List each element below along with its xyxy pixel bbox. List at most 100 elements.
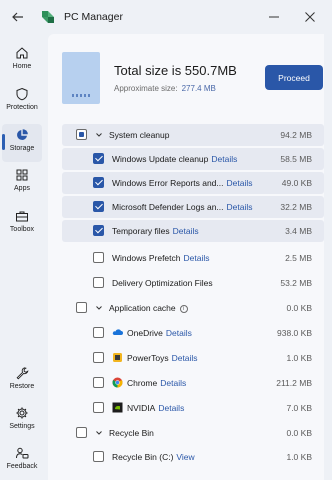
proceed-button[interactable]: Proceed — [265, 65, 323, 90]
toolbox-icon — [16, 211, 28, 222]
group-size: 0.0 KB — [286, 428, 312, 438]
powertoys-icon — [113, 353, 122, 362]
item-checkbox[interactable] — [93, 153, 104, 164]
list-item[interactable]: Recycle Bin (C:) View 1.0 KB — [62, 446, 324, 468]
feedback-icon — [16, 447, 29, 459]
pie-chart-icon — [17, 129, 28, 140]
item-checkbox[interactable] — [93, 201, 104, 212]
nvidia-icon — [112, 402, 123, 413]
total-size: Total size is 550.7MB — [114, 63, 237, 78]
item-size: 2.5 MB — [285, 253, 312, 263]
storage-content: Total size is 550.7MB Approximate size: 2… — [48, 34, 324, 480]
list-item[interactable]: PowerToys Details 1.0 KB — [62, 347, 324, 369]
sidebar-item-label: Home — [12, 63, 32, 70]
window-title: PC Manager — [64, 11, 123, 23]
sidebar-item-storage[interactable]: Storage — [2, 124, 42, 162]
group-label: Recycle Bin — [109, 428, 154, 438]
close-icon[interactable] — [302, 9, 318, 25]
onedrive-icon — [112, 329, 123, 335]
chevron-down-icon[interactable] — [95, 131, 103, 139]
sidebar-item-feedback[interactable]: Feedback — [2, 442, 42, 480]
item-size: 938.0 KB — [277, 328, 312, 338]
details-link[interactable]: Details — [184, 253, 210, 263]
sidebar-item-label: Settings — [9, 423, 35, 430]
sidebar-item-restore[interactable]: Restore — [2, 362, 42, 400]
item-size: 53.2 MB — [280, 278, 312, 288]
sidebar-item-home[interactable]: Home — [2, 42, 42, 80]
group-checkbox[interactable] — [76, 129, 87, 140]
sidebar-item-label: Apps — [14, 185, 30, 192]
storage-summary: Total size is 550.7MB Approximate size: 2… — [48, 34, 324, 116]
group-size: 0.0 KB — [286, 303, 312, 313]
item-checkbox[interactable] — [93, 277, 104, 288]
drive-icon — [62, 52, 100, 104]
list-item[interactable]: Temporary files Details 3.4 MB — [62, 220, 324, 242]
sidebar-item-label: Restore — [9, 383, 35, 390]
group-size: 94.2 MB — [280, 130, 312, 140]
details-link[interactable]: Details — [211, 154, 237, 164]
list-item[interactable]: Chrome Details 211.2 MB — [62, 372, 324, 394]
item-label: Windows Prefetch — [112, 253, 181, 263]
list-item[interactable]: Windows Update cleanup Details 58.5 MB — [62, 148, 324, 170]
title-bar: PC Manager — [0, 0, 332, 34]
item-size: 211.2 MB — [276, 378, 312, 388]
list-item[interactable]: Windows Error Reports and... Details 49.0… — [62, 172, 324, 194]
active-indicator — [2, 134, 5, 150]
wrench-icon — [16, 367, 29, 380]
sidebar-item-label: Toolbox — [9, 226, 35, 233]
details-link[interactable]: Details — [166, 328, 192, 338]
item-size: 49.0 KB — [281, 178, 312, 188]
item-label: Recycle Bin (C:) — [112, 452, 174, 462]
details-link[interactable]: Details — [227, 202, 253, 212]
group-system-cleanup[interactable]: System cleanup 94.2 MB — [62, 124, 324, 146]
item-label: Chrome — [127, 378, 158, 388]
details-link[interactable]: Details — [173, 226, 199, 236]
item-checkbox[interactable] — [93, 177, 104, 188]
sidebar-item-settings[interactable]: Settings — [2, 402, 42, 440]
list-item[interactable]: Windows Prefetch Details 2.5 MB — [62, 247, 324, 269]
item-label: Windows Error Reports and... — [112, 178, 224, 188]
group-recycle-bin[interactable]: Recycle Bin 0.0 KB — [62, 422, 324, 444]
item-checkbox[interactable] — [93, 402, 104, 413]
minimize-icon[interactable] — [266, 9, 282, 25]
item-checkbox[interactable] — [93, 377, 104, 388]
group-label: Application cache — [109, 303, 176, 313]
details-link[interactable]: Details — [172, 353, 198, 363]
sidebar-item-label: Storage — [9, 145, 35, 152]
sidebar-item-protection[interactable]: Protection — [2, 83, 42, 121]
list-item[interactable]: Delivery Optimization Files 53.2 MB — [62, 272, 324, 294]
details-link[interactable]: Details — [160, 378, 186, 388]
approximate-size: Approximate size: 277.4 MB — [114, 84, 216, 93]
chevron-down-icon[interactable] — [95, 429, 103, 437]
gear-icon — [16, 407, 28, 419]
group-application-cache[interactable]: Application cache i 0.0 KB — [62, 297, 324, 319]
list-item[interactable]: Microsoft Defender Logs an... Details 32.… — [62, 196, 324, 218]
sidebar-item-label: Protection — [6, 104, 38, 111]
pc-manager-logo-icon — [42, 11, 54, 23]
group-checkbox[interactable] — [76, 427, 87, 438]
info-icon[interactable]: i — [179, 305, 188, 313]
chevron-down-icon[interactable] — [95, 304, 103, 312]
details-link[interactable]: Details — [158, 403, 184, 413]
home-icon — [16, 47, 28, 59]
item-checkbox[interactable] — [93, 352, 104, 363]
item-label: Temporary files — [112, 226, 170, 236]
item-label: Microsoft Defender Logs an... — [112, 202, 224, 212]
sidebar-item-label: Feedback — [6, 463, 38, 470]
list-item[interactable]: OneDrive Details 938.0 KB — [62, 322, 324, 344]
item-checkbox[interactable] — [93, 327, 104, 338]
back-arrow-icon[interactable] — [10, 9, 26, 25]
view-link[interactable]: View — [176, 452, 194, 462]
item-size: 32.2 MB — [280, 202, 312, 212]
item-checkbox[interactable] — [93, 252, 104, 263]
sidebar-item-toolbox[interactable]: Toolbox — [2, 205, 42, 243]
item-checkbox[interactable] — [93, 451, 104, 462]
group-checkbox[interactable] — [76, 302, 87, 313]
group-label: System cleanup — [109, 130, 170, 140]
sidebar-item-apps[interactable]: Apps — [2, 164, 42, 202]
details-link[interactable]: Details — [226, 178, 252, 188]
item-checkbox[interactable] — [93, 225, 104, 236]
item-label: OneDrive — [127, 328, 163, 338]
item-label: PowerToys — [127, 353, 169, 363]
list-item[interactable]: NVIDIA Details 7.0 KB — [62, 397, 324, 419]
